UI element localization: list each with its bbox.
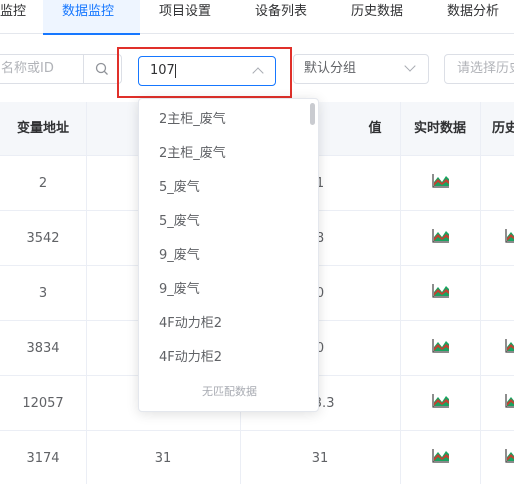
dropdown-option[interactable]: 5_废气 (139, 205, 318, 239)
group-value: 默认分组 (304, 61, 357, 76)
tab-label: 历史数据 (351, 4, 404, 19)
select-dropdown: 2主柜_废气 2主柜_废气 5_废气 5_废气 9_废气 9_废气 4F动力柜2 4F动力柜2… (138, 98, 319, 412)
tab-label: 设备列表 (255, 4, 308, 19)
divider (83, 55, 84, 83)
tab-data-monitor[interactable]: 数据监控 (43, 0, 140, 35)
dropdown-scrollbar[interactable] (310, 103, 315, 125)
realtime-chart-icon[interactable] (432, 173, 450, 188)
dropdown-option[interactable]: 2主柜_废气 (139, 103, 318, 137)
cell-address: 3 (38, 286, 48, 301)
tab-monitor[interactable]: 监控 (0, 2, 26, 36)
name-id-search-input[interactable]: 名称或ID (0, 54, 122, 84)
tab-label: 监控 (0, 4, 27, 19)
history-select[interactable]: 请选择历史 (444, 54, 514, 84)
top-tab-bar: 监控 数据监控 项目设置 设备列表 历史数据 数据分析 (0, 0, 514, 36)
history-placeholder: 请选择历史 (457, 61, 514, 76)
realtime-chart-icon[interactable] (432, 283, 450, 298)
table-row: 3174 31 31 (0, 431, 514, 484)
cell-address: 3174 (26, 451, 60, 466)
dropdown-option[interactable]: 4F动力柜2 (139, 307, 318, 341)
cell-address: 3834 (26, 341, 60, 356)
tab-label: 数据分析 (447, 4, 500, 19)
cell-address: 2 (38, 176, 48, 191)
tab-project-settings[interactable]: 项目设置 (159, 2, 211, 36)
header-address: 变量地址 (16, 121, 69, 136)
tab-label: 项目设置 (159, 4, 212, 19)
cell-value: 31 (311, 451, 329, 466)
history-chart-icon[interactable] (505, 393, 514, 408)
dropdown-option[interactable]: 9_废气 (139, 239, 318, 273)
dropdown-option[interactable]: 5_废气 (139, 171, 318, 205)
tab-device-list[interactable]: 设备列表 (255, 2, 307, 36)
tab-label: 数据监控 (62, 4, 115, 19)
chevron-down-icon (404, 60, 416, 72)
realtime-chart-icon[interactable] (432, 448, 450, 463)
history-chart-icon[interactable] (505, 228, 514, 243)
search-icon[interactable] (95, 62, 109, 76)
header-realtime: 实时数据 (413, 121, 466, 136)
cell-address: 12057 (22, 396, 64, 411)
dropdown-option[interactable]: 4F动力柜2 (139, 341, 318, 375)
tab-history-data[interactable]: 历史数据 (351, 2, 403, 36)
group-select[interactable]: 默认分组 (293, 54, 429, 84)
dropdown-option[interactable]: 9_废气 (139, 273, 318, 307)
realtime-chart-icon[interactable] (432, 393, 450, 408)
search-placeholder: 名称或ID (1, 61, 54, 76)
realtime-chart-icon[interactable] (432, 338, 450, 353)
history-chart-icon[interactable] (505, 338, 514, 353)
cell-current: 31 (154, 451, 172, 466)
tab-data-analysis[interactable]: 数据分析 (447, 2, 499, 36)
highlight-box (117, 47, 292, 98)
header-history: 历史 (492, 121, 514, 136)
no-match-text: 无匹配数据 (202, 385, 257, 398)
dropdown-option[interactable]: 2主柜_废气 (139, 137, 318, 171)
history-chart-icon[interactable] (505, 448, 514, 463)
realtime-chart-icon[interactable] (432, 228, 450, 243)
cell-address: 3542 (26, 231, 60, 246)
